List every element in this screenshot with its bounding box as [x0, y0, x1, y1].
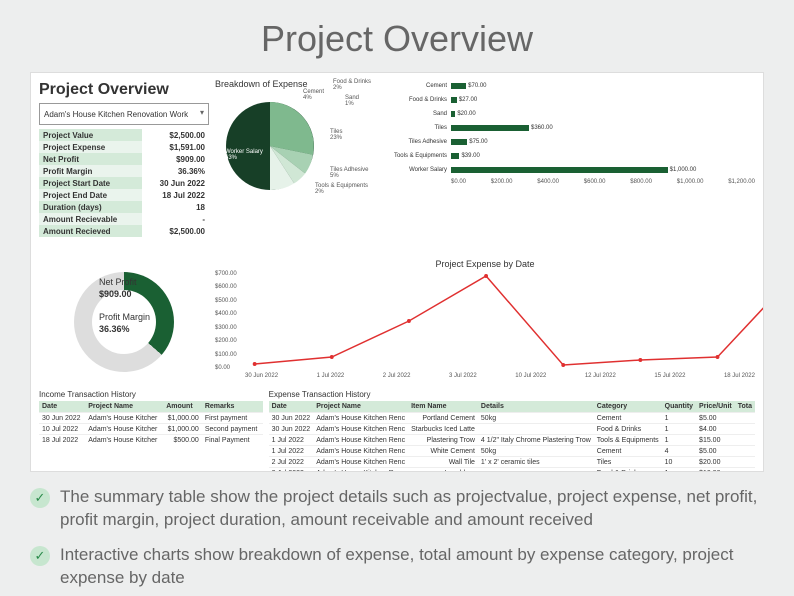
donut-np-label: Net Profit	[99, 277, 137, 287]
feature-item: ✓ Interactive charts show breakdown of e…	[30, 544, 764, 590]
expense-table: DateProject NameItem NameDetailsCategory…	[269, 401, 755, 472]
table-row: 2 Jul 2022Adam's House Kitchen RencLunch…	[269, 468, 755, 473]
pie-label-tiles: Tiles23%	[330, 129, 342, 141]
donut-pm-label: Profit Margin	[99, 312, 150, 322]
line-chart: Project Expense by Date $0.00$100.00$200…	[215, 259, 755, 384]
project-selector[interactable]: Adam's House Kitchen Renovation Work	[39, 103, 209, 125]
bar-chart: Cement$70.00Food & Drinks$27.00Sand$20.0…	[391, 79, 755, 259]
check-icon: ✓	[30, 488, 50, 508]
income-table: DateProject NameAmountRemarks30 Jun 2022…	[39, 401, 263, 445]
donut-np-value: $909.00	[99, 289, 150, 301]
table-row: 18 Jul 2022Adam's House Kitcher$500.00Fi…	[39, 435, 263, 446]
spreadsheet-preview: Project Overview Adam's House Kitchen Re…	[30, 72, 764, 472]
pie-label-tools: Tools & Equipments2%	[315, 183, 368, 195]
pie-label-cem: Cement4%	[303, 89, 324, 101]
line-title: Project Expense by Date	[215, 259, 755, 269]
summary-table: Project Value$2,500.00Project Expense$1,…	[39, 129, 209, 237]
table-row: 30 Jun 2022Adam's House Kitchen RencPort…	[269, 413, 755, 424]
bar-row: Sand$20.00	[391, 107, 755, 121]
bar-row: Tiles$360.00	[391, 121, 755, 135]
income-title: Income Transaction History	[39, 390, 263, 399]
pie-label-sand: Sand1%	[345, 95, 359, 107]
bar-row: Food & Drinks$27.00	[391, 93, 755, 107]
feature-text: The summary table show the project detai…	[60, 486, 764, 532]
table-row: 10 Jul 2022Adam's House Kitcher$1,000.00…	[39, 424, 263, 435]
pie-label-fd: Food & Drinks2%	[333, 79, 371, 91]
page-title: Project Overview	[30, 18, 764, 60]
project-name-text: Adam's House Kitchen Renovation Work	[44, 110, 188, 119]
feature-list: ✓ The summary table show the project det…	[30, 486, 764, 590]
donut-pm-value: 36.36%	[99, 324, 150, 336]
expense-title: Expense Transaction History	[269, 390, 755, 399]
feature-item: ✓ The summary table show the project det…	[30, 486, 764, 532]
table-row: 1 Jul 2022Adam's House Kitchen RencPlast…	[269, 435, 755, 446]
check-icon: ✓	[30, 546, 50, 566]
bar-row: Worker Salary$1,000.00	[391, 163, 755, 177]
overview-heading: Project Overview	[39, 81, 209, 99]
pie-label-ta: Tiles Adhesive5%	[330, 167, 368, 179]
table-row: 1 Jul 2022Adam's House Kitchen RencWhite…	[269, 446, 755, 457]
income-table-wrap: Income Transaction History DateProject N…	[39, 388, 263, 472]
donut-chart: Net Profit $909.00 Profit Margin 36.36%	[39, 259, 209, 384]
table-row: 2 Jul 2022Adam's House Kitchen RencWall …	[269, 457, 755, 468]
table-row: 30 Jun 2022Adam's House Kitchen RencStar…	[269, 424, 755, 435]
pie-label-worker: Worker Salary63%	[225, 149, 263, 161]
feature-text: Interactive charts show breakdown of exp…	[60, 544, 764, 590]
bar-row: Tiles Adhesive$75.00	[391, 135, 755, 149]
expense-table-wrap: Expense Transaction History DateProject …	[269, 388, 755, 472]
pie-chart: Breakdown of Expense Worker Salary63% Ti…	[215, 79, 385, 259]
bar-row: Tools & Equipments$39.00	[391, 149, 755, 163]
bar-row: Cement$70.00	[391, 79, 755, 93]
table-row: 30 Jun 2022Adam's House Kitcher$1,000.00…	[39, 413, 263, 424]
